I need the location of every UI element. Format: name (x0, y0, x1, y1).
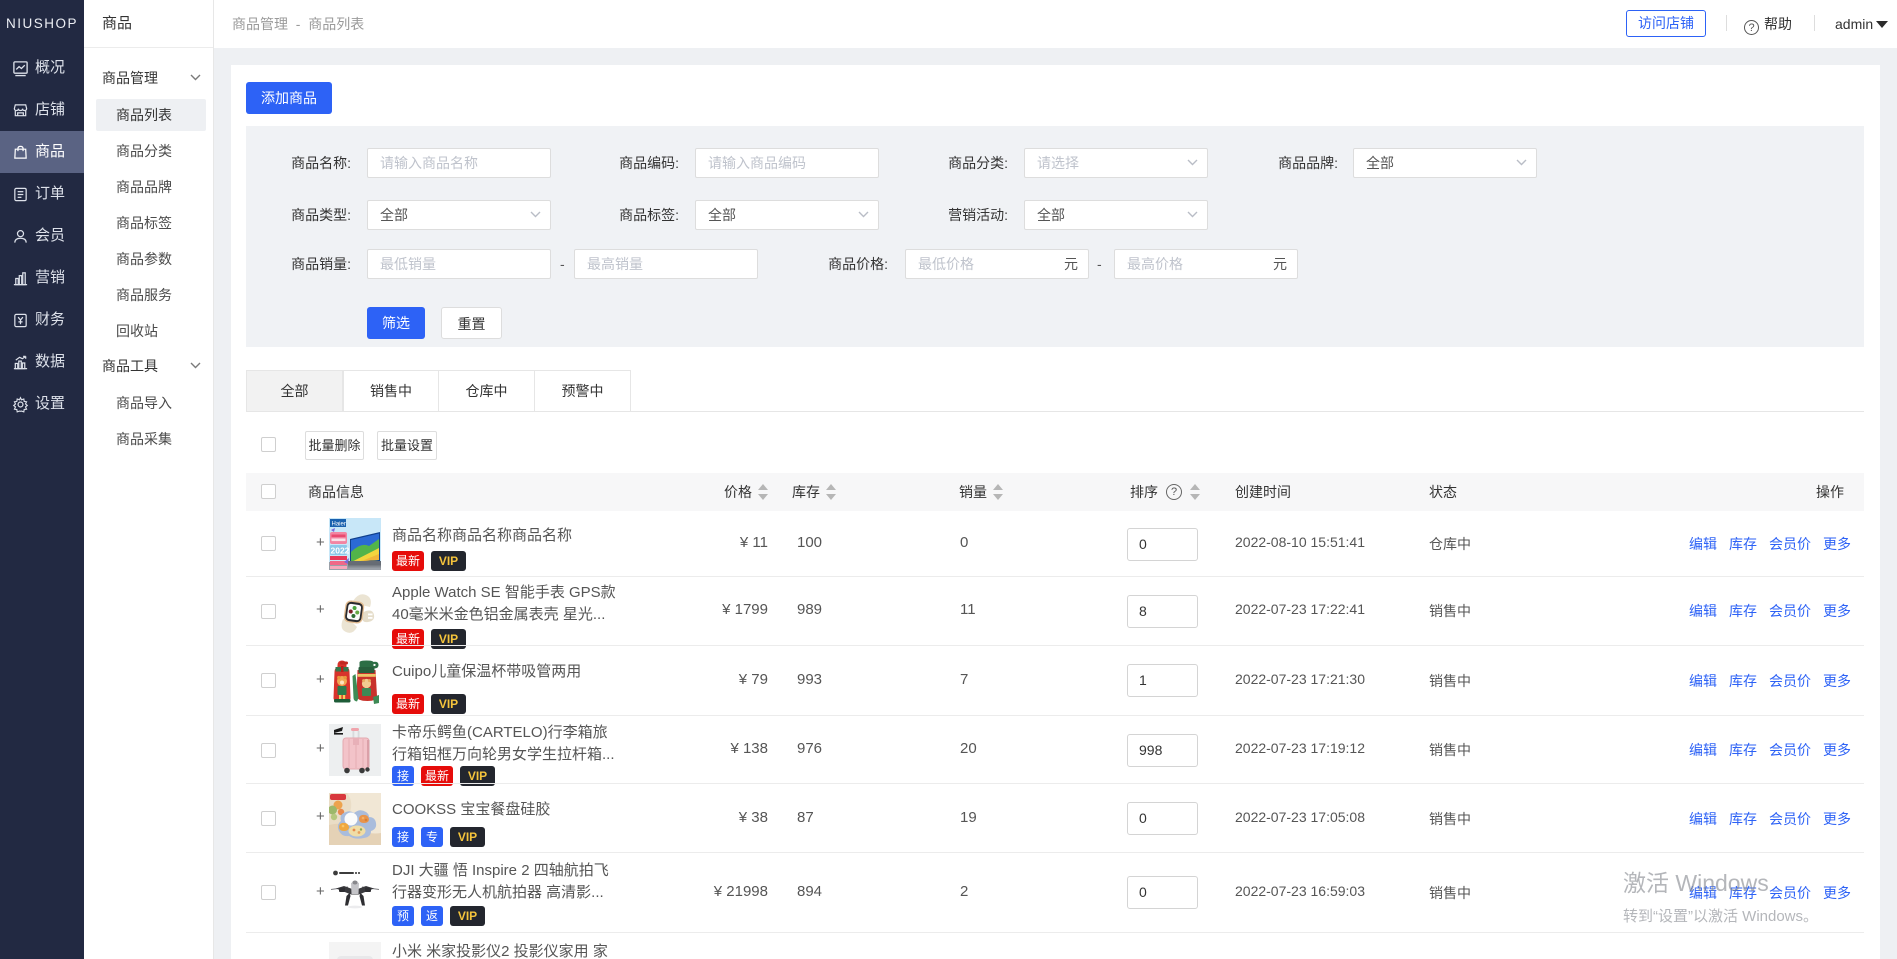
svg-text:Haier: Haier (332, 521, 346, 527)
svg-text:2022: 2022 (331, 545, 350, 555)
